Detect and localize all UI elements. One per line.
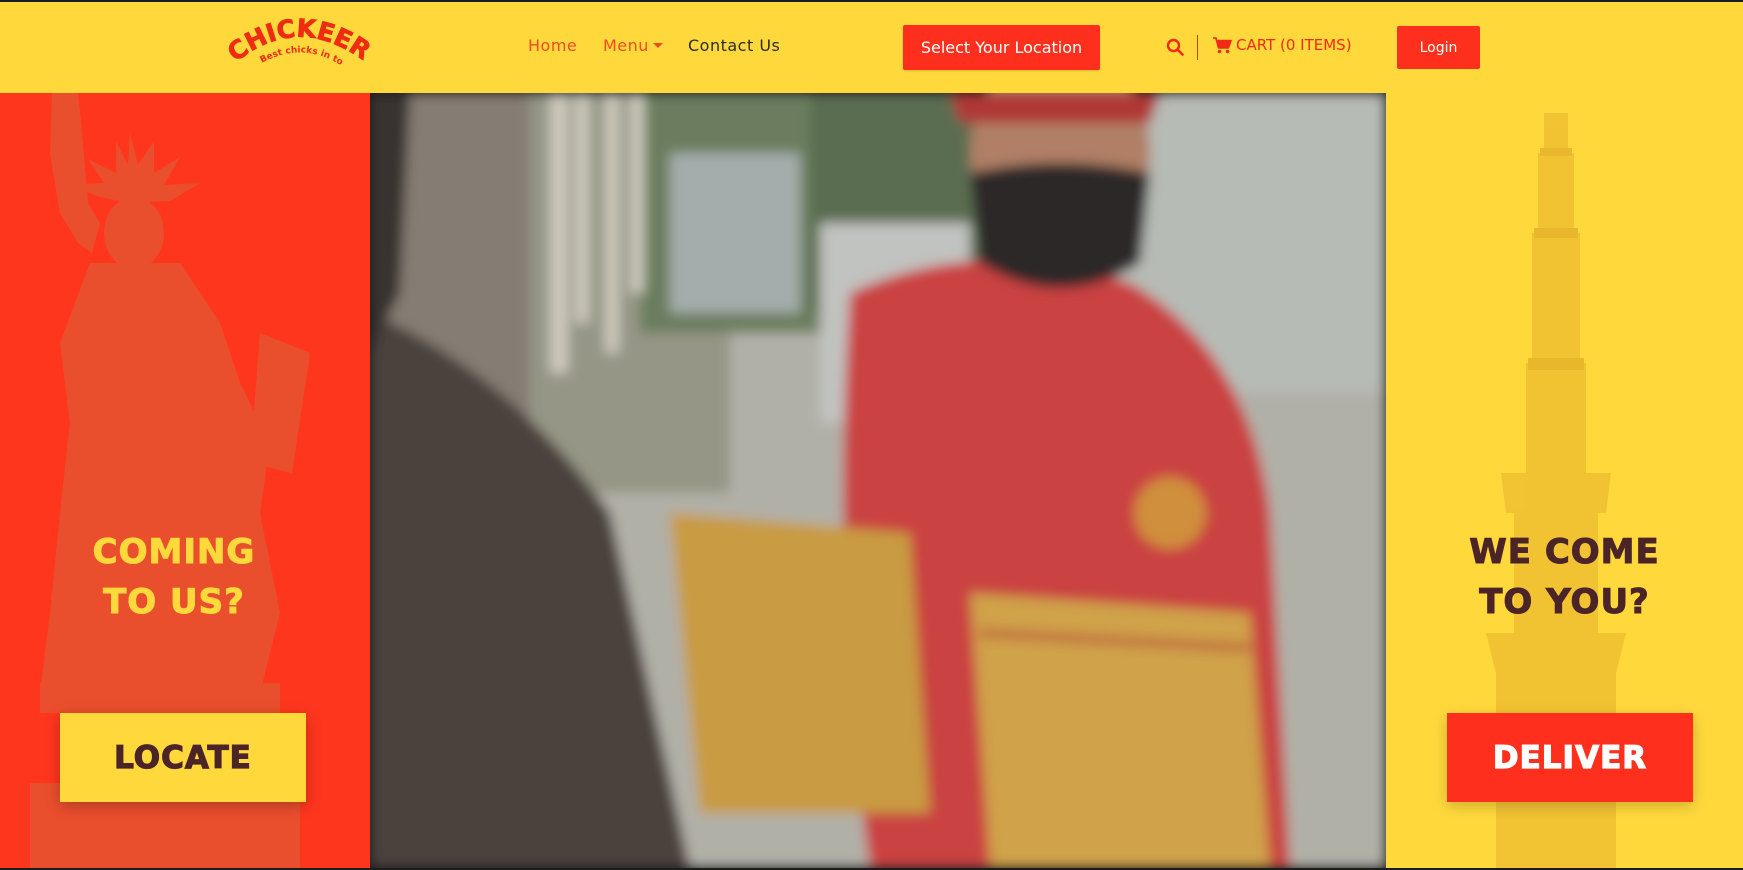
pickup-heading: COMING TO US? [0,527,348,627]
locate-button[interactable]: LOCATE [60,713,306,802]
select-location-button[interactable]: Select Your Location [903,25,1100,70]
delivery-person-photo [370,93,1386,868]
site-header: CHICKEERA! Best chicks in town Home Menu… [0,2,1743,93]
nav-contact-us[interactable]: Contact Us [688,36,780,55]
nav-home[interactable]: Home [528,36,577,55]
brand-logo[interactable]: CHICKEERA! Best chicks in town [222,14,374,82]
svg-text:CHICKEERA!: CHICKEERA! [222,14,374,67]
delivery-heading-line1: WE COME [1469,532,1660,573]
nav-menu-dropdown[interactable]: Menu [603,36,663,55]
cart-link[interactable]: CART (0 ITEMS) [1213,36,1352,54]
cart-icon [1213,36,1232,53]
header-divider [1197,35,1198,60]
nav-menu-label: Menu [603,36,649,55]
pickup-heading-line2: TO US? [103,582,245,623]
hero-photo [370,93,1386,868]
delivery-heading-line2: TO YOU? [1479,582,1650,623]
pickup-panel: COMING TO US? LOCATE [0,93,370,868]
delivery-panel: WE COME TO YOU? DELIVER [1386,93,1743,868]
search-icon[interactable] [1166,38,1184,56]
delivery-heading: WE COME TO YOU? [1386,527,1743,627]
caret-down-icon [652,43,663,48]
cart-label: CART (0 ITEMS) [1236,36,1352,54]
pickup-heading-line1: COMING [92,532,256,573]
login-button[interactable]: Login [1397,26,1480,69]
deliver-button[interactable]: DELIVER [1447,713,1693,802]
